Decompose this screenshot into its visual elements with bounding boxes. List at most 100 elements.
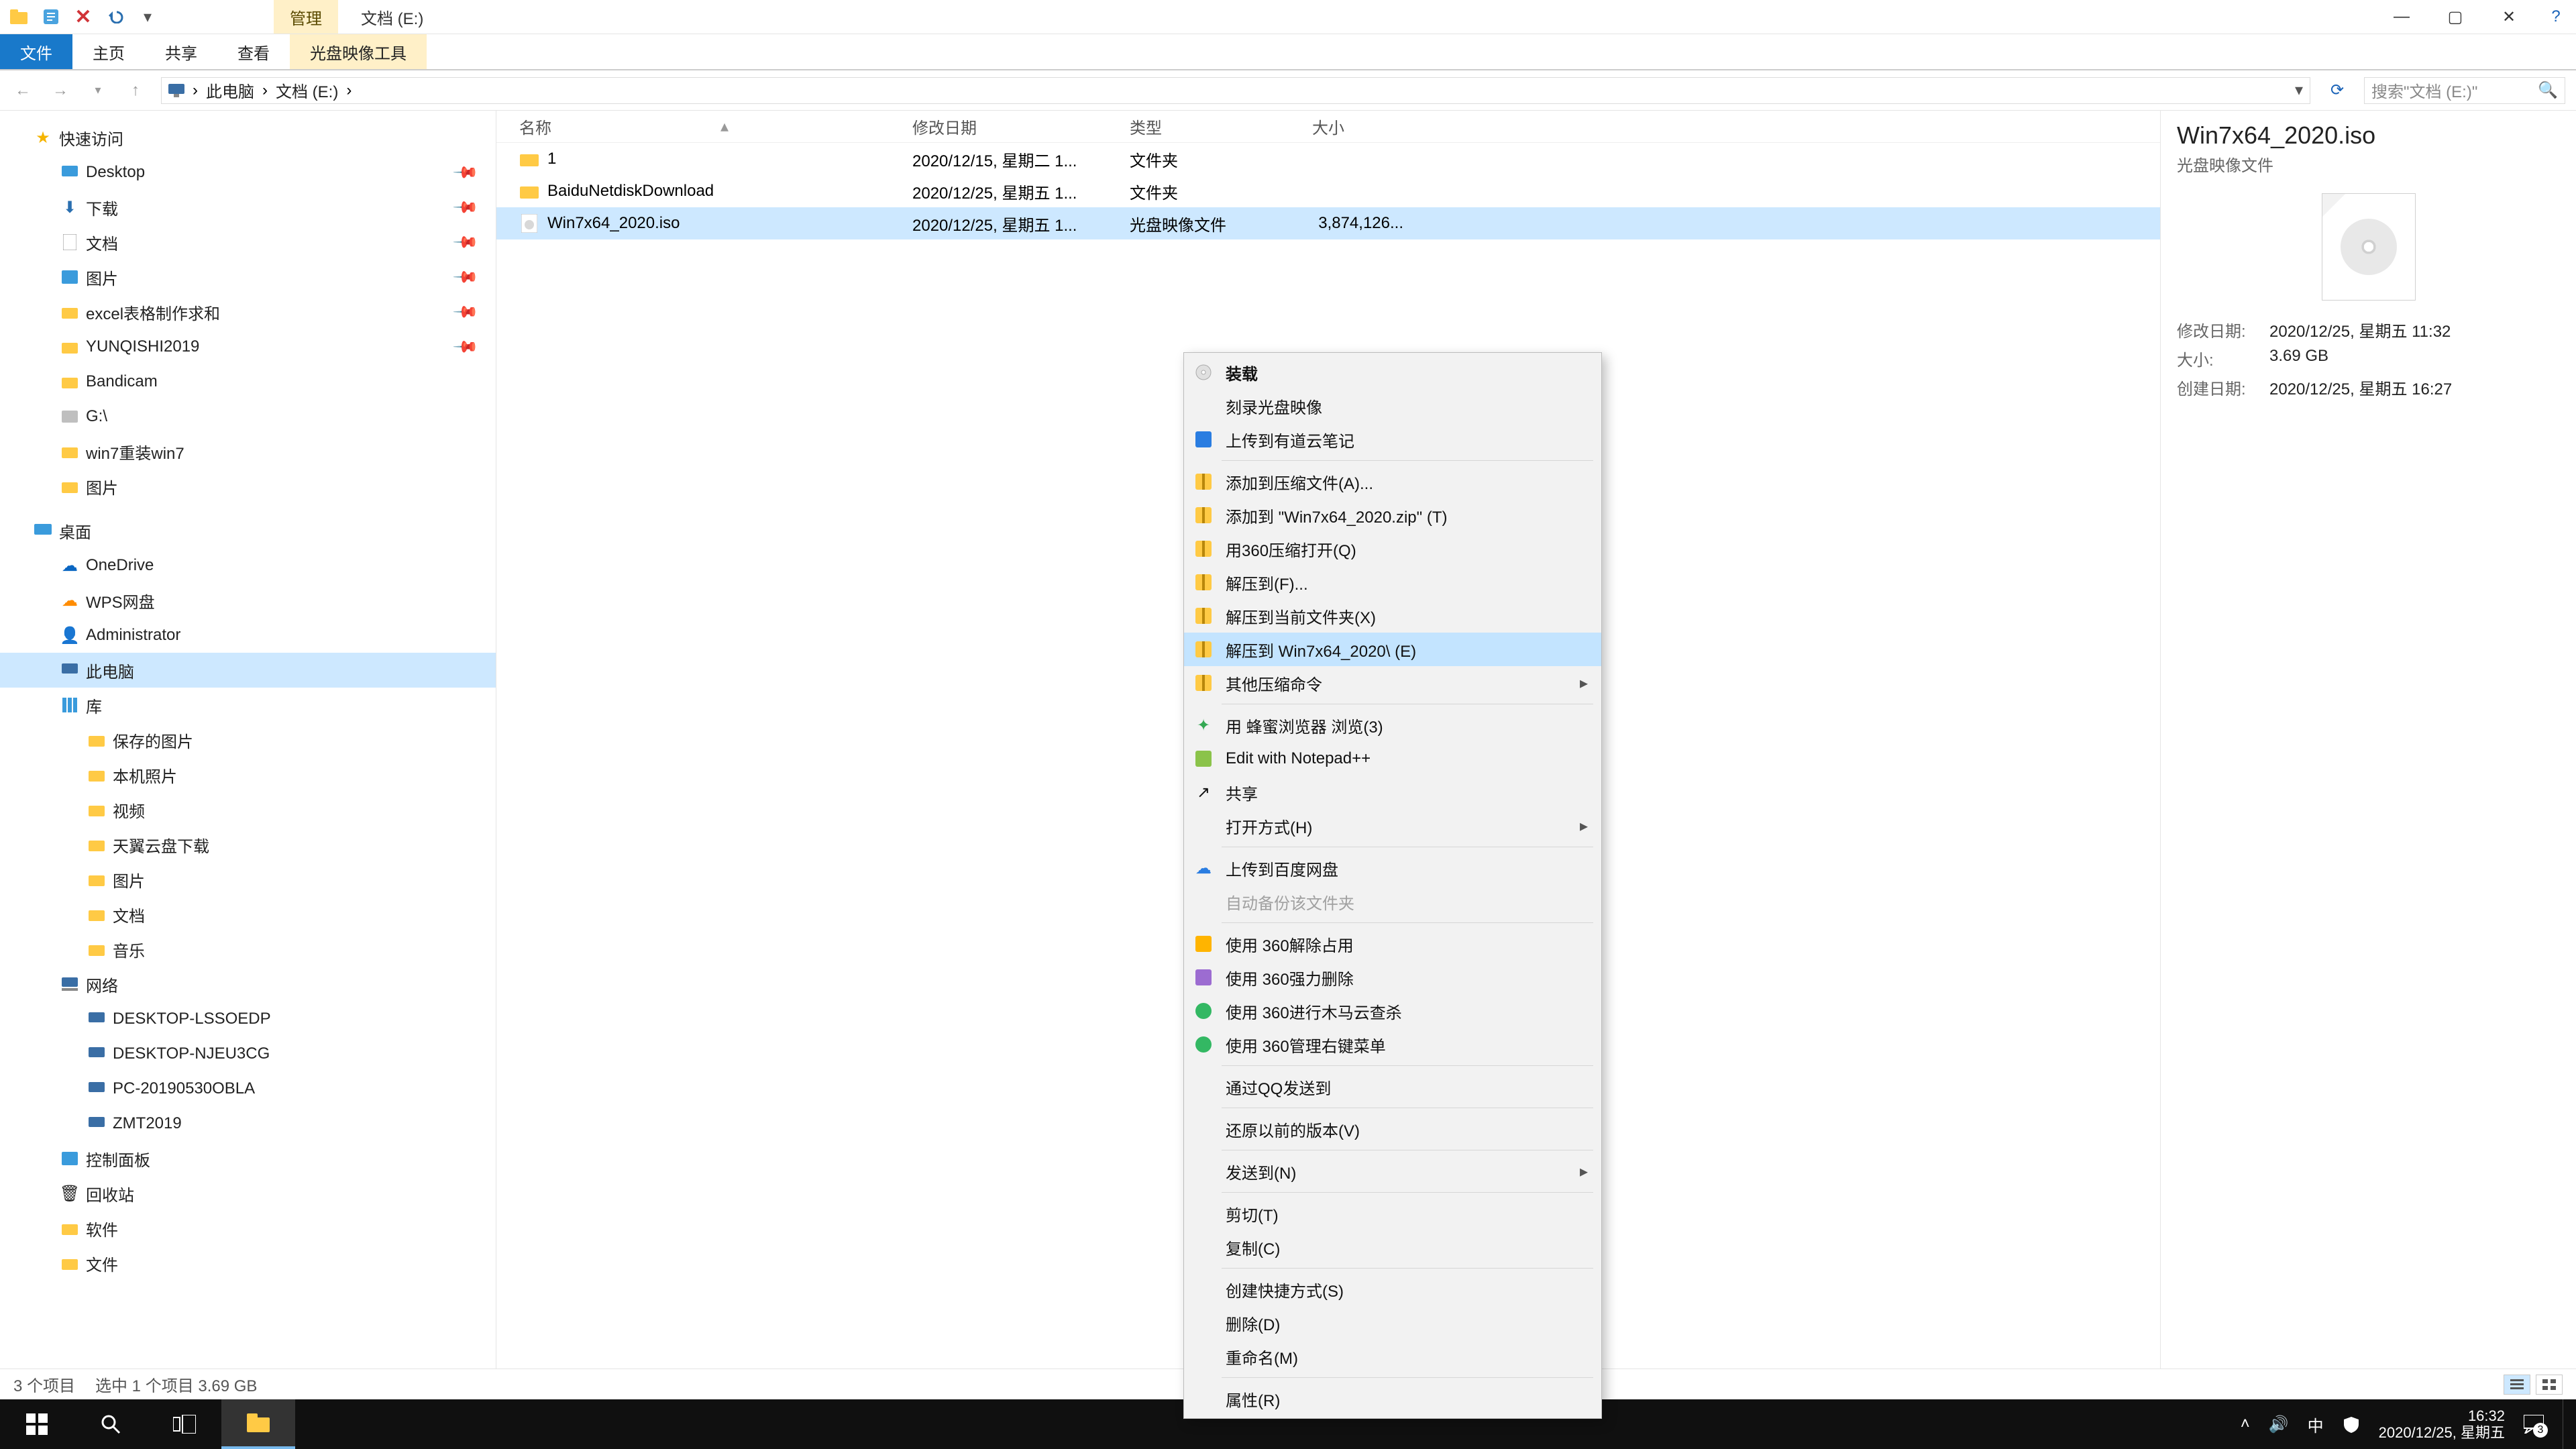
nav-forward-button[interactable]: → xyxy=(48,78,72,103)
ctx-360-unlock[interactable]: 使用 360解除占用 xyxy=(1184,927,1601,961)
ctx-other-compression[interactable]: 其他压缩命令▸ xyxy=(1184,666,1601,700)
address-bar[interactable]: › 此电脑 › 文档 (E:) › ▾ xyxy=(161,77,2310,104)
col-date[interactable]: 修改日期 xyxy=(890,115,1107,138)
tree-network[interactable]: 网络 xyxy=(0,967,496,1002)
security-tray-icon[interactable] xyxy=(2343,1415,2360,1433)
ctx-360-trojan-scan[interactable]: 使用 360进行木马云查杀 xyxy=(1184,994,1601,1028)
show-desktop-button[interactable] xyxy=(2563,1399,2568,1449)
qat-dropdown-icon[interactable]: ▾ xyxy=(138,7,157,26)
task-view-button[interactable] xyxy=(148,1399,221,1449)
ctx-extract-here[interactable]: 解压到当前文件夹(X) xyxy=(1184,599,1601,633)
ctx-burn[interactable]: 刻录光盘映像 xyxy=(1184,389,1601,423)
tree-g-drive[interactable]: G:\ xyxy=(0,399,496,434)
ctx-open-360zip[interactable]: 用360压缩打开(Q) xyxy=(1184,532,1601,566)
tree-control-panel[interactable]: 控制面板 xyxy=(0,1141,496,1176)
ctx-mount[interactable]: 装载 xyxy=(1184,356,1601,389)
ctx-open-with[interactable]: 打开方式(H)▸ xyxy=(1184,809,1601,843)
col-name[interactable]: 名称▴ xyxy=(496,115,890,138)
tree-software[interactable]: 软件 xyxy=(0,1211,496,1246)
ctx-delete[interactable]: 删除(D) xyxy=(1184,1306,1601,1340)
tree-pictures[interactable]: 图片📌 xyxy=(0,260,496,294)
action-center-button[interactable]: 3 xyxy=(2524,1415,2544,1434)
column-headers[interactable]: 名称▴ 修改日期 类型 大小 xyxy=(496,111,2160,143)
breadcrumb-drive[interactable]: 文档 (E:) xyxy=(276,78,338,102)
ctx-360-manage-menu[interactable]: 使用 360管理右键菜单 xyxy=(1184,1028,1601,1061)
ctx-extract-named[interactable]: 解压到 Win7x64_2020\ (E) xyxy=(1184,633,1601,666)
tree-saved-pictures[interactable]: 保存的图片 xyxy=(0,722,496,757)
tree-libraries[interactable]: 库 xyxy=(0,688,496,722)
view-large-icons-button[interactable] xyxy=(2536,1375,2563,1395)
taskbar-clock[interactable]: 16:32 2020/12/25, 星期五 xyxy=(2379,1407,2505,1442)
tree-excel[interactable]: excel表格制作求和📌 xyxy=(0,294,496,329)
ctx-extract-to[interactable]: 解压到(F)... xyxy=(1184,566,1601,599)
help-icon[interactable]: ? xyxy=(2536,0,2576,34)
ime-indicator[interactable]: 中 xyxy=(2308,1413,2324,1436)
tree-net-d2[interactable]: DESKTOP-NJEU3CG xyxy=(0,1036,496,1071)
tree-documents[interactable]: 文档📌 xyxy=(0,225,496,260)
tree-wps[interactable]: ☁WPS网盘 xyxy=(0,583,496,618)
ribbon-tab-disc-tools[interactable]: 光盘映像工具 xyxy=(290,34,427,69)
taskbar-search-button[interactable] xyxy=(74,1399,148,1449)
tree-pictures3[interactable]: 图片 xyxy=(0,862,496,897)
qat-delete-icon[interactable]: ✕ xyxy=(74,7,93,26)
tree-admin[interactable]: 👤Administrator xyxy=(0,618,496,653)
tree-files[interactable]: 文件 xyxy=(0,1246,496,1281)
minimize-button[interactable]: — xyxy=(2375,0,2428,34)
ctx-edit-npp[interactable]: Edit with Notepad++ xyxy=(1184,742,1601,775)
address-dropdown-icon[interactable]: ▾ xyxy=(2295,80,2303,100)
ribbon-tab-file[interactable]: 文件 xyxy=(0,34,72,69)
tray-expand-icon[interactable]: ˄ xyxy=(2241,1415,2250,1434)
search-input[interactable]: 搜索"文档 (E:)" 🔍 xyxy=(2364,77,2565,104)
ctx-share[interactable]: ↗共享 xyxy=(1184,775,1601,809)
ctx-360-force-delete[interactable]: 使用 360强力删除 xyxy=(1184,961,1601,994)
ribbon-tab-home[interactable]: 主页 xyxy=(72,34,145,69)
refresh-button[interactable]: ⟳ xyxy=(2324,80,2351,100)
tree-net-d1[interactable]: DESKTOP-LSSOEDP xyxy=(0,1002,496,1036)
ctx-properties[interactable]: 属性(R) xyxy=(1184,1382,1601,1415)
col-size[interactable]: 大小 xyxy=(1289,115,1417,138)
tree-downloads[interactable]: ⬇下载📌 xyxy=(0,190,496,225)
tree-desktop-root[interactable]: 桌面 xyxy=(0,513,496,548)
ctx-add-archive[interactable]: 添加到压缩文件(A)... xyxy=(1184,465,1601,498)
ctx-restore-previous[interactable]: 还原以前的版本(V) xyxy=(1184,1112,1601,1146)
file-row-selected[interactable]: Win7x64_2020.iso 2020/12/25, 星期五 1... 光盘… xyxy=(496,207,2160,239)
volume-icon[interactable]: 🔊 xyxy=(2269,1415,2289,1434)
tree-local-photos[interactable]: 本机照片 xyxy=(0,757,496,792)
ribbon-tab-view[interactable]: 查看 xyxy=(217,34,290,69)
ctx-rename[interactable]: 重命名(M) xyxy=(1184,1340,1601,1373)
ctx-send-qq[interactable]: 通过QQ发送到 xyxy=(1184,1070,1601,1104)
tree-yunqishi[interactable]: YUNQISHI2019📌 xyxy=(0,329,496,364)
title-context-tab[interactable]: 管理 xyxy=(274,0,338,34)
tree-bandicam[interactable]: Bandicam xyxy=(0,364,496,399)
ctx-open-fengmi[interactable]: ✦用 蜂蜜浏览器 浏览(3) xyxy=(1184,708,1601,742)
qat-properties-icon[interactable] xyxy=(42,7,60,26)
maximize-button[interactable]: ▢ xyxy=(2428,0,2482,34)
nav-history-dropdown[interactable]: ▾ xyxy=(86,78,110,103)
start-button[interactable] xyxy=(0,1399,74,1449)
ctx-copy[interactable]: 复制(C) xyxy=(1184,1230,1601,1264)
tree-recycle-bin[interactable]: 🗑回收站 xyxy=(0,1176,496,1211)
nav-tree[interactable]: ★快速访问 Desktop📌 ⬇下载📌 文档📌 图片📌 excel表格制作求和📌… xyxy=(0,111,496,1368)
close-button[interactable]: ✕ xyxy=(2482,0,2536,34)
tree-net-d3[interactable]: PC-20190530OBLA xyxy=(0,1071,496,1106)
ctx-upload-youdao[interactable]: 上传到有道云笔记 xyxy=(1184,423,1601,456)
tree-videos[interactable]: 视频 xyxy=(0,792,496,827)
breadcrumb-root[interactable]: 此电脑 xyxy=(206,78,254,102)
tree-tianyi[interactable]: 天翼云盘下载 xyxy=(0,827,496,862)
qat-undo-icon[interactable] xyxy=(106,7,125,26)
nav-up-button[interactable]: ↑ xyxy=(123,78,148,103)
tree-quick-access[interactable]: ★快速访问 xyxy=(0,120,496,155)
tree-pictures2[interactable]: 图片 xyxy=(0,469,496,504)
tree-onedrive[interactable]: ☁OneDrive xyxy=(0,548,496,583)
ribbon-tab-share[interactable]: 共享 xyxy=(145,34,217,69)
col-type[interactable]: 类型 xyxy=(1107,115,1289,138)
ctx-upload-baidu[interactable]: ☁上传到百度网盘 xyxy=(1184,851,1601,885)
tree-net-d4[interactable]: ZMT2019 xyxy=(0,1106,496,1141)
tree-documents2[interactable]: 文档 xyxy=(0,897,496,932)
nav-back-button[interactable]: ← xyxy=(11,78,35,103)
view-details-button[interactable] xyxy=(2504,1375,2530,1395)
ctx-create-shortcut[interactable]: 创建快捷方式(S) xyxy=(1184,1273,1601,1306)
taskbar-explorer-button[interactable] xyxy=(221,1399,295,1449)
ctx-add-zip[interactable]: 添加到 "Win7x64_2020.zip" (T) xyxy=(1184,498,1601,532)
file-row[interactable]: 1 2020/12/15, 星期二 1... 文件夹 xyxy=(496,143,2160,175)
